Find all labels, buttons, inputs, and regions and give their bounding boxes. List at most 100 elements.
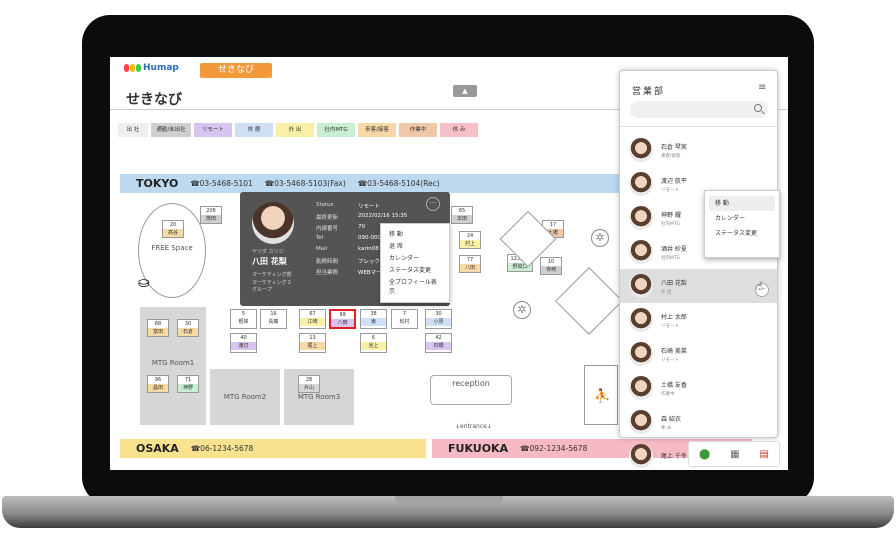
legend-item: 来客/接客 [358, 123, 396, 137]
member-name: 尾上 千冬 [661, 452, 687, 460]
desk-number: 96 [154, 377, 162, 383]
member-status: リモート [661, 323, 679, 329]
menu-item[interactable]: 退 席 [381, 240, 449, 252]
desk-seat[interactable]: 65 本田 [451, 206, 473, 224]
member-item[interactable]: 村上 太郎 リモート [620, 303, 777, 337]
member-search-input[interactable] [630, 101, 768, 118]
calculator-icon[interactable]: ▦ [730, 449, 739, 460]
legend-item: 出 社 [118, 123, 148, 137]
desk-occupant: 八田 [460, 264, 480, 272]
member-item[interactable]: 石倉 琴実 来客/接客 [620, 133, 777, 167]
member-status: 外 出 [661, 289, 672, 295]
menu-item[interactable]: ステータス変更 [709, 226, 775, 241]
desk-occupant: 寺崎 [541, 266, 561, 274]
member-item[interactable]: 土橋 友香 作業中 [620, 371, 777, 405]
profile-context-menu: 移 動退 席カレンダー ステータス変更 全プロフィール表示 [380, 223, 450, 303]
collapse-button[interactable]: ▲ [453, 85, 477, 97]
desk-seat[interactable]: 16 長藤 [260, 309, 287, 329]
desk-seat[interactable]: 42 石橋 [425, 333, 452, 353]
zone-tel: ☎06-1234-5678 [190, 444, 254, 453]
member-item[interactable]: 八田 花梨外 出 [620, 269, 777, 303]
desk-seat[interactable]: 77 八田 [459, 255, 481, 273]
desk-seat[interactable]: 71 神野 [177, 375, 199, 393]
desk-occupant: 尾上 [300, 342, 325, 350]
member-context-menu: 移 動カレンダー ステータス変更 [704, 190, 780, 258]
member-name: 森 紹衣 [661, 415, 681, 423]
hamburger-menu-icon[interactable]: ≡ [758, 82, 766, 93]
desk-number: 206 [206, 208, 216, 214]
desk-seat[interactable]: 28 片山 [298, 375, 320, 393]
desk-number: 42 [435, 335, 442, 341]
desk-seat[interactable]: 38 東 [360, 309, 387, 329]
desk-seat[interactable]: 96 昌田 [147, 375, 169, 393]
desk-number: 6 [371, 335, 376, 341]
profile-kana: ヤツダ カツジ [252, 249, 284, 255]
zone-tel: ☎03-5468-5101 [190, 179, 253, 188]
pointer-cursor-icon: ☝ [756, 279, 764, 293]
desk-number: 68 [154, 321, 162, 327]
field-value: リモート [358, 204, 381, 210]
desk-number: 5 [241, 311, 246, 317]
profile-dept: マーケティング部 [252, 272, 292, 278]
desk-seat[interactable]: 24 村上 [459, 231, 481, 249]
field-label: Status [316, 202, 334, 208]
member-item[interactable]: 石崎 美菜 リモート [620, 337, 777, 371]
desk-seat[interactable]: 68 富田 [147, 319, 169, 337]
desk-seat[interactable]: 40 渡辺 [230, 333, 257, 353]
desk-seat[interactable]: 5 根岸 [230, 309, 257, 329]
member-status: 休 み [661, 425, 672, 431]
desk-seat[interactable]: 13 尾上 [299, 333, 326, 353]
profile-name: 八田 花梨 [252, 257, 287, 266]
app-screen: Humap せきなび せきなび ▲ 出 社通勤/未出社 リモート休 憩外 出社内M… [110, 57, 788, 470]
desk-number: 71 [184, 377, 192, 383]
desk-seat[interactable]: 7 松村 [391, 309, 418, 329]
member-item[interactable]: 森 紹衣休 み [620, 405, 777, 439]
desk-occupant: 長藤 [261, 318, 286, 326]
menu-item[interactable]: ステータス変更 [381, 264, 449, 276]
member-name: 神野 耀 [661, 211, 681, 219]
desk-number: 67 [309, 311, 316, 317]
menu-item[interactable]: 移 動 [381, 228, 449, 240]
member-name: 土橋 友香 [661, 381, 687, 389]
laptop-notch [395, 496, 503, 505]
avatar [629, 376, 653, 400]
calendar-icon[interactable]: ▤ [760, 449, 769, 460]
zone-name: FUKUOKA [448, 442, 509, 455]
zone-name: TOKYO [136, 177, 179, 190]
member-name: 石崎 美菜 [661, 347, 687, 355]
member-status: リモート [661, 187, 679, 193]
desk-seat[interactable]: 6 池上 [360, 333, 387, 353]
field-label: Tel [316, 235, 324, 241]
legend-item: 外 出 [276, 123, 314, 137]
desk-seat[interactable]: 30 石倉 [177, 319, 199, 337]
menu-item[interactable]: 全プロフィール表示 [381, 276, 449, 295]
zone-tel: ☎092-1234-5678 [520, 444, 588, 453]
desk-seat[interactable]: 99 八田 [329, 309, 356, 329]
desk-seat[interactable]: 10 寺崎 [540, 257, 562, 275]
desk-occupant: 松村 [392, 318, 417, 326]
zone-rec: ☎03-5468-5104(Rec) [357, 179, 440, 188]
avatar [629, 138, 653, 162]
zone-header-tokyo: TOKYO ☎03-5468-5101 ☎03-5468-5103(Fax) ☎… [120, 174, 680, 193]
desk-seat[interactable]: 30 小原 [425, 309, 452, 329]
mtg-room-2[interactable]: MTG Room2 [210, 369, 280, 425]
desk-seat[interactable]: 20 高谷 [162, 220, 184, 238]
member-status: 来客/接客 [661, 153, 681, 159]
desk-seat[interactable]: 206 熊田 [200, 206, 222, 224]
person-icon: ⛹ [594, 389, 611, 404]
menu-item[interactable]: 移 動 [709, 196, 775, 211]
menu-item[interactable]: カレンダー [381, 252, 449, 264]
more-options-icon[interactable]: ··· [426, 197, 440, 211]
tab-sekinavi[interactable]: せきなび [200, 63, 272, 78]
profile-avatar [252, 202, 294, 244]
menu-item[interactable]: カレンダー [709, 211, 775, 226]
legend-item: 休 み [440, 123, 478, 137]
chair-icon: ✲ [591, 229, 609, 247]
desk-number: 10 [547, 259, 555, 265]
member-name: 酒井 紗夏 [661, 245, 687, 253]
divider [620, 126, 777, 127]
map-pin-icon[interactable]: ⬤ [699, 449, 710, 460]
desk-seat[interactable]: 67 江崎 [299, 309, 326, 329]
zone-header-osaka: OSAKA ☎06-1234-5678 [120, 439, 426, 458]
reception-area: reception [430, 375, 512, 405]
